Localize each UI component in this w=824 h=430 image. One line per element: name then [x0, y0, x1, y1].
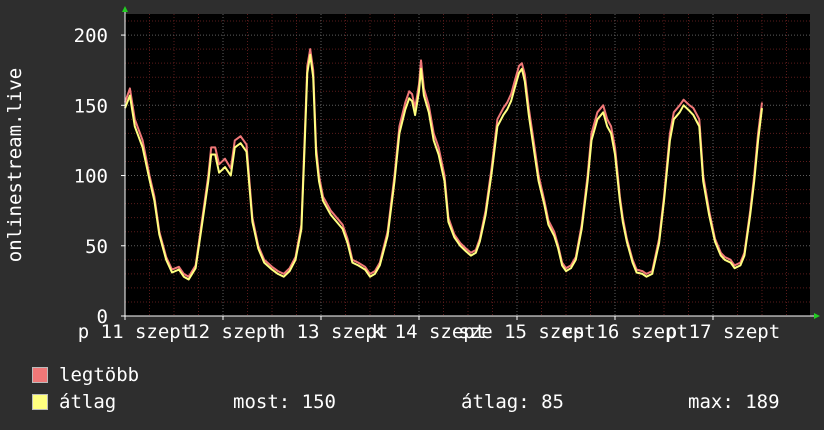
legend-label-avg: átlag	[59, 391, 117, 413]
x-tick-label: p 11 szept	[78, 321, 192, 343]
legend-row-avg: átlag most: 150 átlag: 85 max: 189	[32, 390, 812, 414]
stat-average: átlag: 85	[461, 391, 564, 413]
y-axis-label: onlinestream.live	[4, 68, 26, 262]
legend-swatch-avg	[32, 394, 48, 410]
x-tick-label: p 17 szept	[666, 321, 780, 343]
chart-root: 0 50 100 150 200 p 11 szept 12 szept h 13 szept…	[0, 0, 824, 430]
stat-max: max: 189	[688, 391, 780, 413]
y-tick-label: 200	[74, 25, 108, 47]
y-tick-label: 50	[85, 236, 108, 258]
x-axis-arrow	[814, 313, 820, 319]
y-tick-label: 150	[74, 95, 108, 117]
x-tick-label: 12 szept	[187, 321, 279, 343]
legend-swatch-max	[32, 367, 48, 383]
stat-most: most: 150	[233, 391, 336, 413]
legend-row-max: legtöbb	[32, 363, 812, 387]
y-axis-arrow	[122, 6, 128, 12]
y-tick-label: 100	[74, 166, 108, 188]
legend-label-max: legtöbb	[59, 364, 140, 386]
